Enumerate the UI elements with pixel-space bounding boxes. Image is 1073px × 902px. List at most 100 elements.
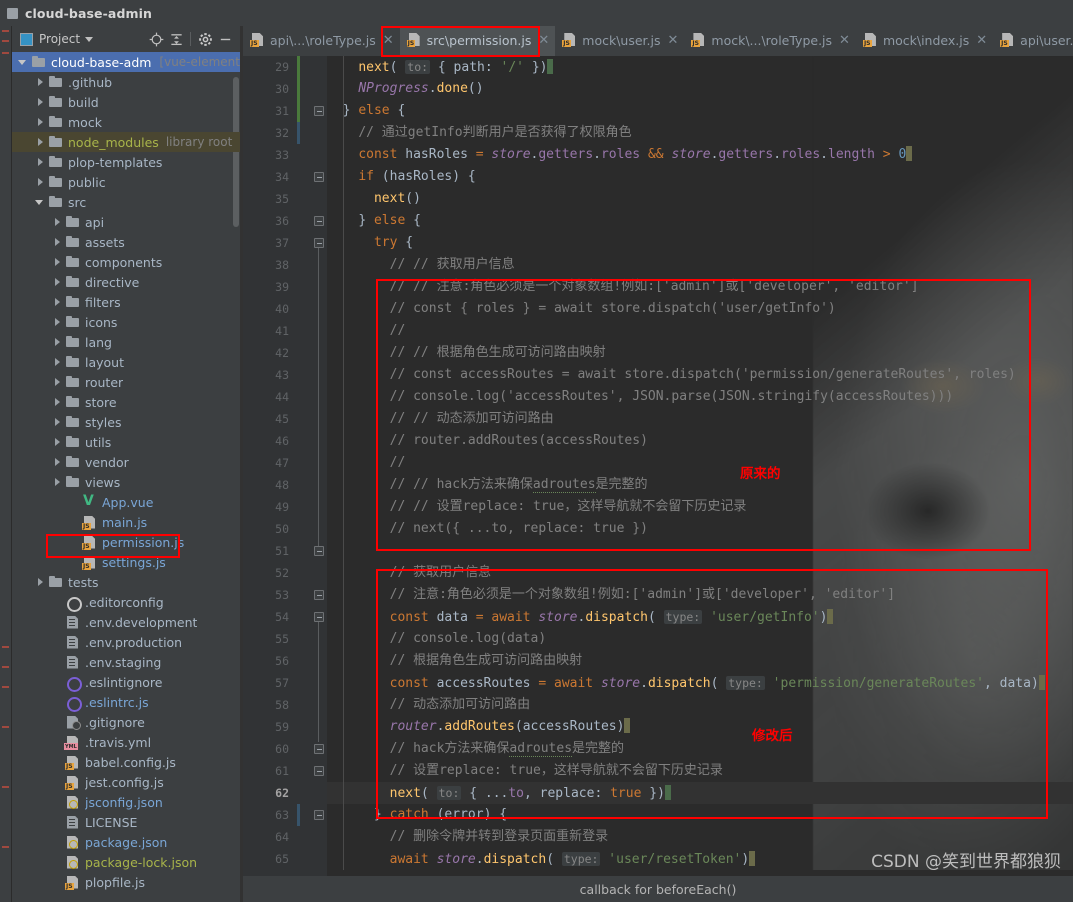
tree-expand-arrow-closed-icon[interactable]	[35, 157, 46, 168]
tree-node[interactable]: lang	[12, 332, 240, 352]
tree-node[interactable]: .editorconfig	[12, 592, 240, 612]
chevron-down-icon[interactable]	[85, 36, 94, 42]
ide-window: cloud-base-admin Project cloud-base-admi…	[0, 0, 1073, 902]
tree-node[interactable]: .github	[12, 72, 240, 92]
code-editor[interactable]: 29 30 31 32 33 34 35 36 37 38 39 40 41 42 43 44 45 46 47 48…	[243, 56, 1073, 876]
close-icon[interactable]: ✕	[381, 34, 394, 47]
editor-tab[interactable]: mock\user.js ✕	[555, 26, 684, 56]
tree-node[interactable]: LICENSE	[12, 812, 240, 832]
close-icon[interactable]: ✕	[974, 34, 987, 47]
tree-node[interactable]: store	[12, 392, 240, 412]
tree-node-label: package-lock.json	[85, 854, 198, 870]
tree-expand-arrow-closed-icon[interactable]	[35, 97, 46, 108]
tree-expand-arrow-closed-icon[interactable]	[52, 457, 63, 468]
tree-node[interactable]: components	[12, 252, 240, 272]
tree-expand-arrow-closed-icon[interactable]	[52, 237, 63, 248]
tree-expand-arrow-closed-icon[interactable]	[52, 477, 63, 488]
tree-expand-arrow-closed-icon[interactable]	[52, 397, 63, 408]
tree-expand-arrow-closed-icon[interactable]	[35, 577, 46, 588]
editor-tab[interactable]: api\user.js✕	[993, 26, 1073, 56]
hide-panel-icon[interactable]	[215, 29, 235, 49]
tree-expand-arrow-closed-icon[interactable]	[52, 337, 63, 348]
tree-expand-arrow-closed-icon[interactable]	[52, 357, 63, 368]
line-number: 65	[275, 852, 289, 866]
line-number: 57	[275, 676, 289, 690]
tree-node[interactable]: .env.staging	[12, 652, 240, 672]
tree-node[interactable]: router	[12, 372, 240, 392]
tree-node[interactable]: App.vue	[12, 492, 240, 512]
tree-node[interactable]: babel.config.js	[12, 752, 240, 772]
tree-expand-arrow-closed-icon[interactable]	[52, 257, 63, 268]
tree-node[interactable]: build	[12, 92, 240, 112]
tree-expand-arrow-closed-icon[interactable]	[52, 297, 63, 308]
code-text[interactable]: next( to: { path: '/' }) NProgress.done(…	[327, 56, 1073, 876]
tree-node[interactable]: .travis.yml	[12, 732, 240, 752]
tree-node[interactable]: styles	[12, 412, 240, 432]
tree-expand-arrow-closed-icon[interactable]	[52, 277, 63, 288]
folder-file-icon	[48, 575, 63, 590]
tree-node[interactable]: settings.js	[12, 552, 240, 572]
tree-node[interactable]: layout	[12, 352, 240, 372]
tree-expand-arrow-closed-icon[interactable]	[52, 377, 63, 388]
project-file-tree[interactable]: cloud-base-admin [vue-element .github build…	[12, 52, 240, 902]
locate-icon[interactable]	[146, 29, 166, 49]
tree-node[interactable]: .env.production	[12, 632, 240, 652]
editor-tab[interactable]: mock\...\roleType.js ✕	[684, 26, 856, 56]
tree-node[interactable]: node_modules library root	[12, 132, 240, 152]
tree-expand-arrow-closed-icon[interactable]	[52, 417, 63, 428]
tree-node[interactable]: .eslintrc.js	[12, 692, 240, 712]
tree-expand-arrow-open-icon[interactable]	[35, 197, 46, 208]
tree-node[interactable]: permission.js	[12, 532, 240, 552]
tree-node[interactable]: views	[12, 472, 240, 492]
tree-node[interactable]: directive	[12, 272, 240, 292]
code-line: const hasRoles = store.getters.roles && …	[327, 144, 913, 166]
tree-node[interactable]: icons	[12, 312, 240, 332]
tree-node[interactable]: tests	[12, 572, 240, 592]
tree-expand-arrow-closed-icon[interactable]	[35, 77, 46, 88]
tree-node[interactable]: api	[12, 212, 240, 232]
window-title: cloud-base-admin	[25, 5, 152, 21]
editor-tab-bar[interactable]: api\...\roleType.js✕src\permission.js✕mo…	[243, 26, 1073, 56]
code-folding-column[interactable]	[311, 56, 327, 876]
editor-tab[interactable]: src\permission.js ✕	[399, 26, 556, 56]
tree-node[interactable]: assets	[12, 232, 240, 252]
tree-node[interactable]: main.js	[12, 512, 240, 532]
editor-tab[interactable]: mock\index.js ✕	[856, 26, 993, 56]
editor-tab[interactable]: api\...\roleType.js ✕	[243, 26, 400, 56]
tree-node[interactable]: .eslintignore	[12, 672, 240, 692]
close-icon[interactable]: ✕	[837, 34, 850, 47]
tree-node[interactable]: .gitignore	[12, 712, 240, 732]
tree-node[interactable]: mock	[12, 112, 240, 132]
tree-expand-arrow-closed-icon[interactable]	[35, 177, 46, 188]
tree-expand-arrow-open-icon[interactable]	[18, 57, 29, 68]
close-icon[interactable]: ✕	[666, 34, 679, 47]
left-tool-rail[interactable]	[0, 26, 12, 902]
tree-node[interactable]: jest.config.js	[12, 772, 240, 792]
tree-node[interactable]: cloud-base-admin [vue-element	[12, 52, 240, 72]
tree-expand-arrow-closed-icon[interactable]	[52, 217, 63, 228]
tree-node[interactable]: plop-templates	[12, 152, 240, 172]
tree-node[interactable]: package-lock.json	[12, 852, 240, 872]
folder-file-icon	[48, 115, 63, 130]
tree-node[interactable]: utils	[12, 432, 240, 452]
json-file-icon	[65, 795, 80, 810]
code-line: next( to: { ...to, replace: true })	[327, 782, 671, 804]
tree-expand-arrow-closed-icon[interactable]	[35, 117, 46, 128]
collapse-all-icon[interactable]	[166, 29, 186, 49]
tree-node-label: tests	[68, 574, 99, 590]
tree-node[interactable]: .env.development	[12, 612, 240, 632]
settings-gear-icon[interactable]	[195, 29, 215, 49]
tree-node[interactable]: filters	[12, 292, 240, 312]
tree-expand-arrow-closed-icon[interactable]	[35, 137, 46, 148]
close-icon[interactable]: ✕	[536, 34, 549, 47]
tree-node[interactable]: package.json	[12, 832, 240, 852]
tree-node[interactable]: src	[12, 192, 240, 212]
tree-node[interactable]: vendor	[12, 452, 240, 472]
tree-expand-arrow-closed-icon[interactable]	[52, 317, 63, 328]
tree-node[interactable]: jsconfig.json	[12, 792, 240, 812]
tree-node-label: views	[85, 474, 121, 490]
tree-node[interactable]: plopfile.js	[12, 872, 240, 892]
tree-node[interactable]: public	[12, 172, 240, 192]
tree-expand-arrow-closed-icon[interactable]	[52, 437, 63, 448]
